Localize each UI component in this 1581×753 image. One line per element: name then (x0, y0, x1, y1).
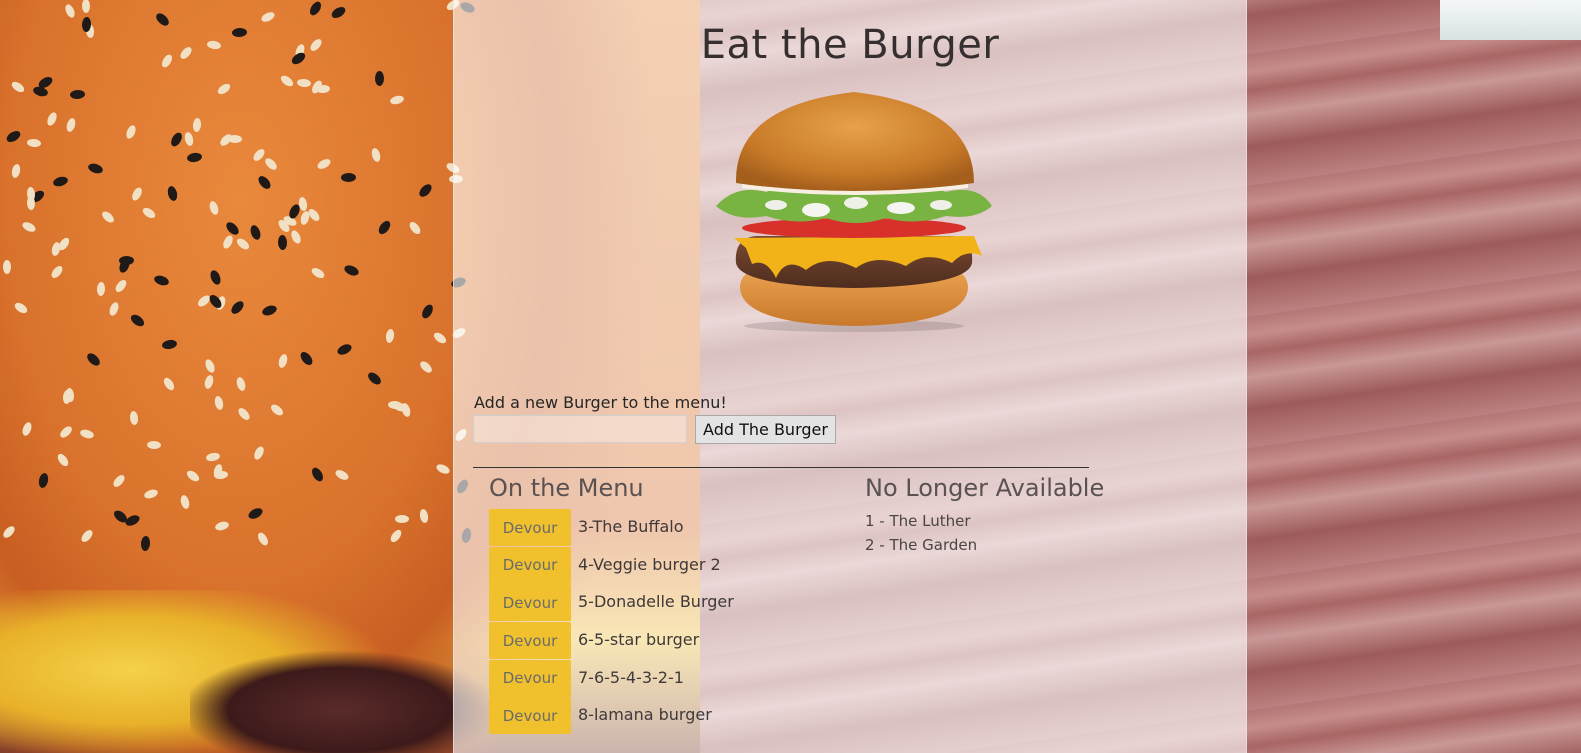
no-longer-available-heading: No Longer Available (865, 474, 1105, 502)
sesame-seed (340, 172, 356, 182)
sesame-seed (394, 515, 409, 524)
list-item: Devour 3-The Buffalo (489, 509, 819, 547)
add-burger-button[interactable]: Add The Burger (695, 415, 836, 444)
on-menu-heading: On the Menu (489, 474, 644, 502)
sesame-seed (26, 138, 41, 148)
on-menu-list: Devour 3-The Buffalo Devour 4-Veggie bur… (489, 509, 819, 735)
main-panel: Eat the Burger Add a new Burger to the m… (453, 0, 1247, 753)
devour-button[interactable]: Devour (489, 509, 571, 546)
page-title: Eat the Burger (700, 22, 1000, 68)
list-item: Devour 7-6-5-4-3-2-1 (489, 659, 819, 698)
devour-button[interactable]: Devour (489, 659, 571, 697)
burger-name: 7-6-5-4-3-2-1 (578, 667, 684, 687)
list-item: 2 - The Garden (865, 536, 978, 554)
add-burger-label: Add a new Burger to the menu! (474, 393, 727, 412)
background-window-light (1440, 0, 1581, 40)
list-item: Devour 8-lamana burger (489, 697, 819, 735)
devour-button[interactable]: Devour (489, 546, 571, 584)
burger-name-input[interactable] (473, 415, 687, 443)
devour-button[interactable]: Devour (489, 622, 571, 660)
devour-button[interactable]: Devour (489, 697, 571, 735)
burger-name: 8-lamana burger (578, 705, 712, 725)
devour-button[interactable]: Devour (489, 584, 571, 622)
list-item: Devour 4-Veggie burger 2 (489, 546, 819, 585)
burger-name: 3-The Buffalo (578, 517, 684, 536)
section-divider (473, 467, 1089, 468)
list-item: Devour 5-Donadelle Burger (489, 584, 819, 622)
no-longer-available-list: 1 - The Luther 2 - The Garden (865, 512, 977, 560)
burger-name: 6-5-star burger (578, 630, 700, 650)
burger-name: 5-Donadelle Burger (578, 592, 734, 612)
burger-image (716, 92, 992, 332)
background-filling (190, 650, 490, 753)
burger-name: 4-Veggie burger 2 (578, 554, 721, 574)
list-item: 1 - The Luther (865, 512, 971, 530)
sesame-seed (374, 70, 384, 86)
list-item: Devour 6-5-star burger (489, 622, 819, 660)
sesame-seed (81, 0, 90, 13)
